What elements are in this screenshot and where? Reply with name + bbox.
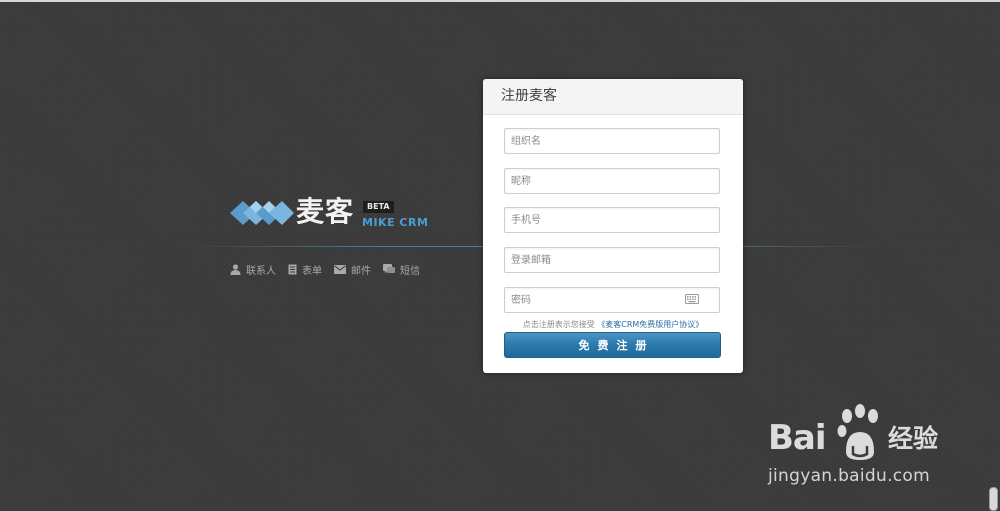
- register-title: 注册麦客: [483, 79, 743, 115]
- feature-contacts-label: 联系人: [246, 266, 276, 277]
- feature-sms-label: 短信: [400, 266, 420, 277]
- logo-diamonds-icon: [230, 201, 294, 225]
- scrollbar-thumb[interactable]: [989, 487, 998, 511]
- logo-name-cn: 麦客: [296, 195, 355, 228]
- feature-contacts[interactable]: 联系人: [230, 262, 276, 277]
- watermark-brand: Bai: [768, 418, 827, 458]
- paw-icon: [837, 404, 878, 460]
- form-icon: [288, 264, 297, 275]
- feature-sms[interactable]: 短信: [383, 262, 420, 277]
- logo-name-en: MIKE CRM: [362, 216, 429, 229]
- phone-input[interactable]: [504, 207, 720, 233]
- org-name-input[interactable]: [504, 128, 720, 154]
- mike-crm-logo: 麦客 BETA MIKE CRM: [230, 195, 430, 232]
- baidu-jingyan-watermark: Bai 经验 jingyan.baidu.com: [764, 404, 954, 494]
- watermark-url: jingyan.baidu.com: [768, 466, 930, 486]
- agreement-prefix: 点击注册表示您接受: [522, 320, 595, 329]
- feature-forms-label: 表单: [302, 266, 322, 277]
- email-input[interactable]: [504, 247, 720, 273]
- mail-icon: [334, 265, 346, 274]
- keyboard-icon[interactable]: [685, 294, 699, 304]
- top-strip: [0, 0, 1000, 2]
- beta-badge: BETA: [363, 201, 394, 213]
- feature-forms[interactable]: 表单: [288, 262, 322, 277]
- person-icon: [230, 264, 241, 275]
- register-card: 注册麦客 点击注册表示您接受 《麦客CRM免费版用户协议》 免费注册: [483, 79, 743, 373]
- agreement-text: 点击注册表示您接受 《麦客CRM免费版用户协议》: [483, 319, 743, 330]
- feature-mail-label: 邮件: [351, 266, 371, 277]
- sms-icon: [383, 264, 395, 274]
- nickname-input[interactable]: [504, 168, 720, 194]
- free-register-button[interactable]: 免费注册: [504, 332, 721, 358]
- agreement-link[interactable]: 《麦客CRM免费版用户协议》: [597, 320, 703, 329]
- feature-mail[interactable]: 邮件: [334, 262, 371, 277]
- watermark-brand-tail: 经验: [888, 424, 939, 453]
- feature-nav: 联系人 表单 邮件 短信: [230, 262, 420, 277]
